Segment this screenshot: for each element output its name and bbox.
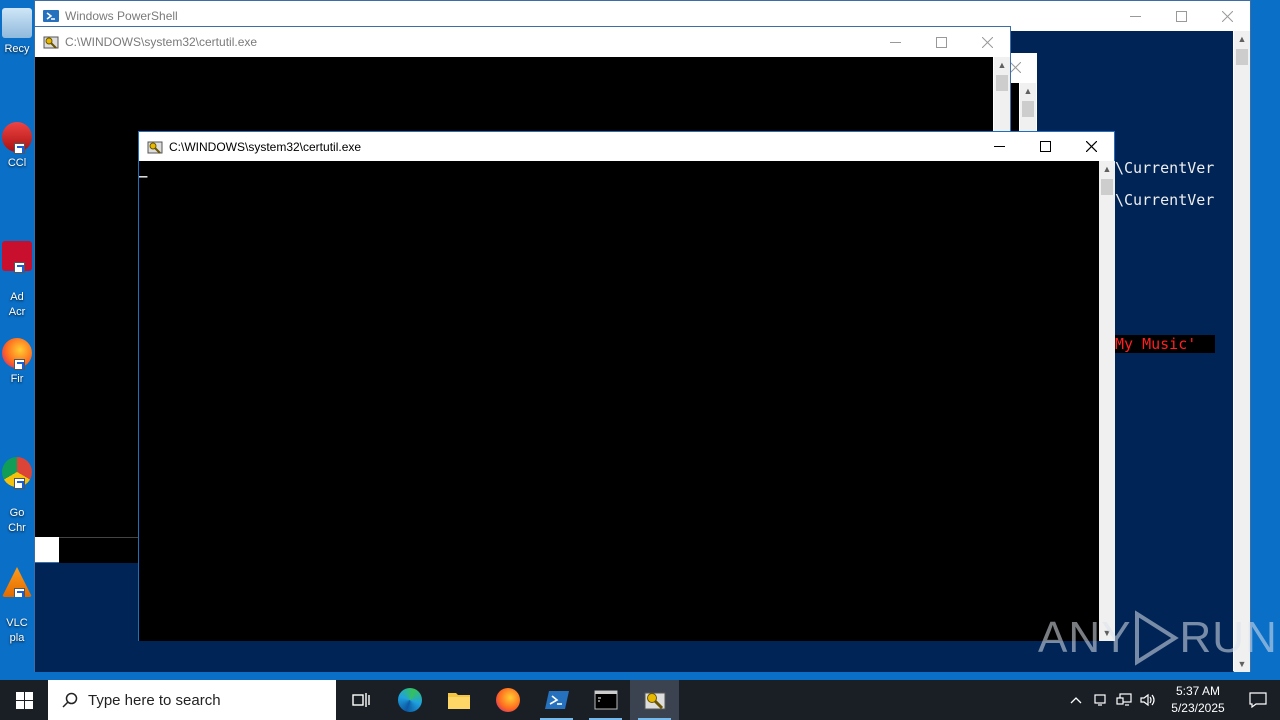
speaker-icon <box>1140 693 1155 707</box>
system-tray: 5:37 AM 5/23/2025 <box>1064 680 1280 720</box>
window-title: C:\WINDOWS\system32\certutil.exe <box>65 35 258 49</box>
scrollbar-thumb[interactable] <box>1101 179 1113 195</box>
powershell-icon <box>43 10 59 22</box>
certutil-icon <box>43 36 59 49</box>
certutil-titlebar[interactable]: C:\WINDOWS\system32\certutil.exe <box>35 27 1010 57</box>
desktop-icon-label: CCl <box>7 157 27 169</box>
console-scrollbar[interactable]: ▲ <box>1020 83 1036 133</box>
maximize-button[interactable] <box>918 27 964 57</box>
desktop-icon-label: Go Chr <box>8 507 26 534</box>
desktop-icon-label: Fir <box>10 373 24 385</box>
scroll-up-arrow[interactable]: ▲ <box>994 57 1010 73</box>
search-placeholder: Type here to search <box>88 691 221 709</box>
desktop-icon-label: VLC pla <box>6 617 28 644</box>
certutil-titlebar[interactable]: C:\WINDOWS\system32\certutil.exe <box>139 132 1114 161</box>
firefox-icon <box>2 338 32 370</box>
clock-time: 5:37 AM <box>1175 684 1221 698</box>
recycle-bin-icon <box>2 8 32 38</box>
desktop-icon-label: Ad Acr <box>8 291 26 318</box>
adobe-acrobat-icon <box>2 241 32 273</box>
taskbar-firefox[interactable] <box>483 680 532 720</box>
minimize-button[interactable] <box>872 27 918 57</box>
scroll-up-arrow[interactable]: ▲ <box>1234 31 1250 47</box>
desktop-icon-vlc[interactable]: VLC pla <box>0 552 34 646</box>
taskbar-task-view[interactable] <box>336 680 385 720</box>
scroll-up-arrow[interactable]: ▲ <box>1020 83 1036 99</box>
folder-icon <box>447 693 470 709</box>
text-cursor: _ <box>139 162 148 178</box>
close-button[interactable] <box>1068 132 1114 161</box>
notifications-button[interactable] <box>1236 692 1280 708</box>
taskbar-file-explorer[interactable] <box>434 680 483 720</box>
minimize-button[interactable] <box>976 132 1022 161</box>
maximize-button[interactable] <box>1022 132 1068 161</box>
console-line: \CurrentVer <box>1115 159 1215 177</box>
certutil-console[interactable]: _ <box>139 161 1099 641</box>
desktop-icon-ccleaner[interactable]: CCl <box>0 122 34 171</box>
desktop-icon-recycle-bin[interactable]: Recy <box>0 8 34 57</box>
scrollbar-thumb[interactable] <box>996 75 1008 91</box>
edge-icon <box>397 688 422 712</box>
certutil-icon <box>644 692 665 710</box>
desktop-icon-firefox[interactable]: Fir <box>0 338 34 387</box>
firefox-icon <box>495 688 520 712</box>
minimize-button[interactable] <box>1112 1 1158 31</box>
tray-device[interactable] <box>1088 680 1112 720</box>
taskbar-powershell[interactable] <box>532 680 581 720</box>
taskbar-edge[interactable] <box>385 680 434 720</box>
certutil-window[interactable]: C:\WINDOWS\system32\certutil.exe _ ▲ ▼ <box>138 131 1115 641</box>
play-logo-icon <box>1135 610 1180 666</box>
clock[interactable]: 5:37 AM 5/23/2025 <box>1160 683 1236 717</box>
maximize-button[interactable] <box>1158 1 1204 31</box>
scrollbar-thumb[interactable] <box>1022 101 1034 117</box>
vlc-icon <box>2 567 32 597</box>
watermark-text-left: ANY <box>1038 613 1132 662</box>
certutil-scrollbar[interactable]: ▲ ▼ <box>1099 161 1115 641</box>
network-icon <box>1116 693 1132 706</box>
certutil-icon <box>147 141 163 154</box>
search-box[interactable]: Type here to search <box>48 680 336 720</box>
search-icon <box>62 692 78 708</box>
tray-chevron[interactable] <box>1064 680 1088 720</box>
taskbar-cmd[interactable] <box>581 680 630 720</box>
scrollbar-thumb[interactable] <box>1236 49 1248 65</box>
window-title: C:\WINDOWS\system32\certutil.exe <box>169 139 362 154</box>
chrome-icon <box>2 457 32 489</box>
error-text: My Music' <box>1115 335 1215 353</box>
clock-date: 5/23/2025 <box>1171 701 1225 715</box>
ccleaner-icon <box>2 122 32 154</box>
close-button[interactable] <box>964 27 1010 57</box>
console-bottom-strip <box>59 537 139 563</box>
tray-volume[interactable] <box>1136 680 1160 720</box>
terminal-icon <box>594 690 617 710</box>
scroll-up-arrow[interactable]: ▲ <box>1099 161 1115 177</box>
tray-network[interactable] <box>1112 680 1136 720</box>
window-title: Windows PowerShell <box>65 9 178 23</box>
taskbar: Type here to search 5:37 AM 5/23/2025 <box>0 680 1280 720</box>
powershell-scrollbar[interactable]: ▲ ▼ <box>1234 31 1250 672</box>
taskbar-certutil[interactable] <box>630 680 679 720</box>
anyrun-watermark: ANY RUN <box>1038 610 1278 666</box>
device-icon <box>1094 694 1106 706</box>
console-line: \CurrentVer <box>1115 191 1215 209</box>
notification-icon <box>1249 692 1267 708</box>
powershell-icon <box>544 691 569 709</box>
close-button[interactable] <box>1204 1 1250 31</box>
start-button[interactable] <box>0 680 48 720</box>
watermark-text-right: RUN <box>1179 613 1278 662</box>
chevron-up-icon <box>1070 697 1082 704</box>
desktop-icon-chrome[interactable]: Go Chr <box>0 442 34 536</box>
desktop-icon-label: Recy <box>4 43 30 55</box>
task-view-icon <box>351 693 370 707</box>
windows-logo-icon <box>15 691 33 709</box>
desktop-icon-acrobat[interactable]: Ad Acr <box>0 226 34 320</box>
